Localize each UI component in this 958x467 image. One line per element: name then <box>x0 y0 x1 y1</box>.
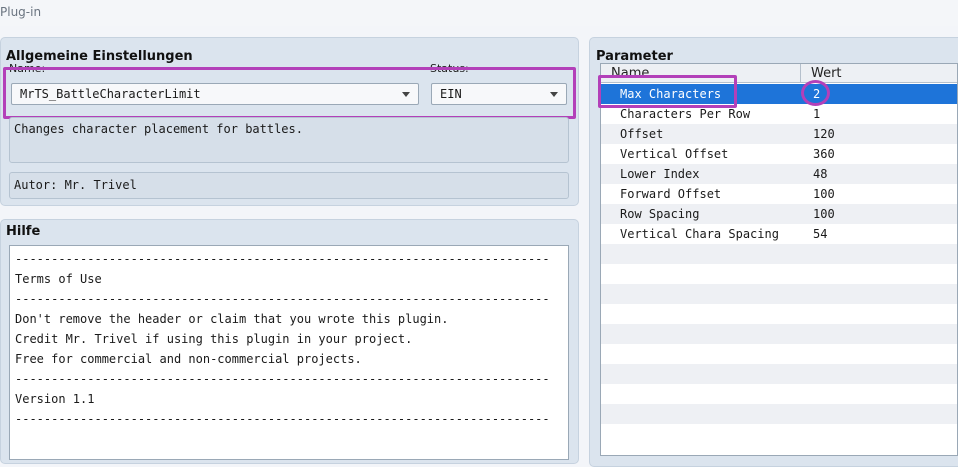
parameters-title: Parameter <box>596 49 673 64</box>
column-header-value[interactable]: Wert <box>801 64 957 83</box>
parameter-value: 54 <box>813 227 828 241</box>
empty-row <box>601 344 957 364</box>
parameter-value: 1 <box>813 107 821 121</box>
table-row[interactable]: Vertical Offset 360 <box>601 144 957 164</box>
help-line: Terms of Use <box>15 272 102 286</box>
parameter-value: 360 <box>813 147 835 161</box>
parameter-name: Lower Index <box>620 167 700 181</box>
author-text: Autor: Mr. Trivel <box>14 178 137 192</box>
parameter-value: 48 <box>813 167 828 181</box>
parameter-name: Row Spacing <box>620 207 700 221</box>
empty-row <box>601 264 957 284</box>
empty-row <box>601 404 957 424</box>
help-line: ----------------------------------------… <box>15 292 550 306</box>
help-text-area[interactable]: ----------------------------------------… <box>9 245 569 460</box>
help-line: ----------------------------------------… <box>15 252 550 266</box>
empty-row <box>601 324 957 344</box>
parameters-table: Name Wert Max Characters 2 Characters Pe… <box>600 63 958 456</box>
window-title: Plug-in <box>0 0 958 26</box>
parameter-name: Forward Offset <box>620 187 722 201</box>
table-row[interactable]: Forward Offset 100 <box>601 184 957 204</box>
table-row[interactable]: Row Spacing 100 <box>601 204 957 224</box>
name-status-highlight <box>3 67 576 119</box>
help-line: Credit Mr. Trivel if using this plugin i… <box>15 332 413 346</box>
table-row[interactable]: Lower Index 48 <box>601 164 957 184</box>
help-title: Hilfe <box>6 224 41 239</box>
empty-row <box>601 364 957 384</box>
help-line: Version 1.1 <box>15 392 95 406</box>
max-characters-value-highlight <box>801 80 830 106</box>
help-line: Don't remove the header or claim that yo… <box>15 312 449 326</box>
parameter-name: Vertical Offset <box>620 147 729 161</box>
parameter-value: 100 <box>813 187 835 201</box>
empty-row <box>601 304 957 324</box>
description-text: Changes character placement for battles. <box>14 122 303 136</box>
parameter-value: 100 <box>813 207 835 221</box>
help-line: ----------------------------------------… <box>15 412 550 426</box>
max-characters-highlight <box>598 75 737 108</box>
empty-row <box>601 284 957 304</box>
description-field[interactable]: Changes character placement for battles. <box>9 117 569 163</box>
help-line: ----------------------------------------… <box>15 372 550 386</box>
empty-row <box>601 384 957 404</box>
parameter-name: Vertical Chara Spacing <box>620 227 779 241</box>
empty-row <box>601 244 957 264</box>
author-field: Autor: Mr. Trivel <box>9 172 569 199</box>
parameter-name: Offset <box>620 127 664 141</box>
table-row[interactable]: Offset 120 <box>601 124 957 144</box>
table-row[interactable]: Vertical Chara Spacing 54 <box>601 224 957 244</box>
help-line: Free for commercial and non-commercial p… <box>15 352 362 366</box>
parameter-value: 120 <box>813 127 835 141</box>
empty-row <box>601 424 957 444</box>
